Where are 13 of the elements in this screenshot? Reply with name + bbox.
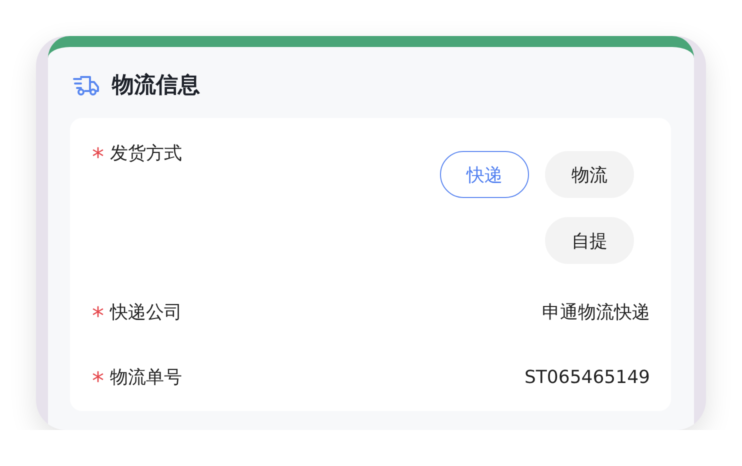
field-value: ST065465149 bbox=[524, 366, 650, 390]
field-label: 发货方式 bbox=[110, 142, 182, 166]
field-label: 快递公司 bbox=[110, 300, 182, 324]
option-chip[interactable]: 自提 bbox=[545, 217, 634, 264]
required-mark: * bbox=[92, 300, 104, 328]
required-mark: * bbox=[92, 366, 104, 394]
field-label: 物流单号 bbox=[110, 366, 182, 390]
option-chip[interactable]: 快递 bbox=[440, 151, 529, 198]
section-title: 物流信息 bbox=[112, 72, 200, 100]
truck-icon bbox=[73, 75, 100, 97]
required-mark: * bbox=[92, 142, 104, 170]
option-chip[interactable]: 物流 bbox=[545, 151, 634, 198]
field-value: 申通物流快递 bbox=[542, 300, 650, 324]
